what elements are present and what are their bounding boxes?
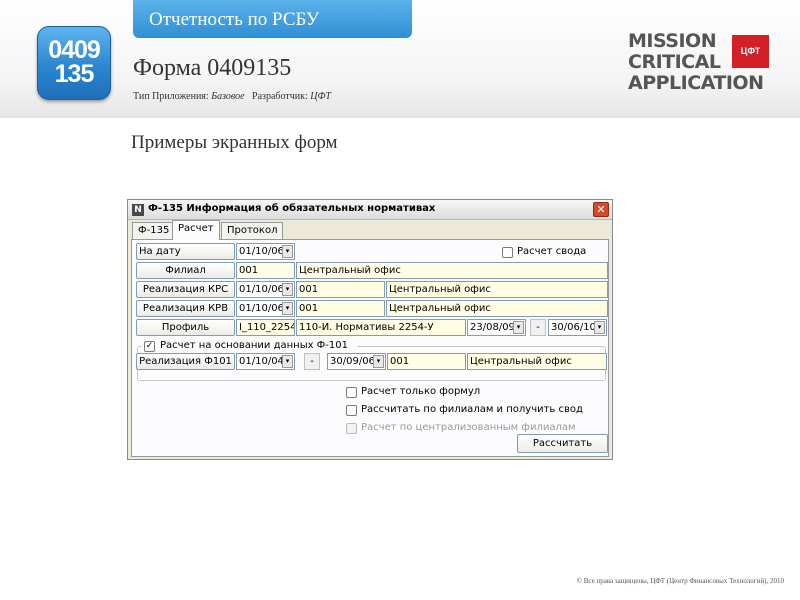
calculate-button[interactable]: Рассчитать [517,434,608,453]
option-formulas-label: Расчет только формул [361,386,481,397]
window-app-icon: N [132,204,144,216]
icon-code-line2: 135 [54,60,95,88]
krs-date[interactable]: 01/10/06 ▾ [236,281,295,298]
chevron-down-icon[interactable]: ▾ [282,302,293,315]
filial-name-field[interactable]: Центральный офис [296,262,608,279]
section-tab[interactable]: Отчетность по РСБУ [133,0,412,38]
calc-window: N Ф-135 Информация об обязательных норма… [127,199,613,460]
window-title: Ф-135 Информация об обязательных нормати… [148,203,436,214]
svod-label: Расчет свода [517,246,587,257]
svod-checkbox[interactable] [502,247,513,258]
tab-raschet[interactable]: Расчет [172,220,220,240]
f101-code-field[interactable]: 001 [387,353,466,370]
profil-date-from[interactable]: 23/08/09 ▾ [467,319,526,336]
page-title: Форма 0409135 [133,55,292,81]
f101-group-header: ✓ Расчет на основании данных Ф-101 [142,339,357,353]
krs-button[interactable]: Реализация КРС [136,281,235,298]
krv-name-field[interactable]: Центральный офис [386,300,608,317]
type-value: Базовое [211,91,245,102]
app-meta: Тип Приложения: Базовое Разработчик: ЦФТ [133,91,331,102]
profil-date-to-value: 30/06/10 [551,322,596,333]
developer-label: Разработчик: [252,91,308,102]
profil-date-to[interactable]: 30/06/10 ▾ [548,319,607,336]
chevron-down-icon[interactable]: ▾ [282,245,293,258]
option-branches-label: Рассчитать по филиалам и получить свод [361,404,583,415]
krv-code-field[interactable]: 001 [296,300,385,317]
chevron-down-icon[interactable]: ▾ [282,355,293,368]
option-centralized-checkbox [346,423,357,434]
f101-date-from[interactable]: 01/10/04 ▾ [236,353,295,370]
close-icon[interactable]: ✕ [593,202,609,217]
tab-panel-raschet: На дату 01/10/06 ▾ Расчет свода Филиал 0… [131,239,609,457]
tab-f135[interactable]: Ф-135 [132,222,176,239]
f101-range-dash: - [304,353,320,370]
f101-date-from-value: 01/10/04 [239,356,284,367]
f101-button[interactable]: Реализация Ф101 [136,353,235,370]
f101-group-label: Расчет на основании данных Ф-101 [160,340,348,351]
na-datu-date[interactable]: 01/10/06 ▾ [236,243,295,260]
profil-code-field[interactable]: I_110_2254 [236,319,295,336]
form-app-icon: 0409 135 [37,26,111,100]
chevron-down-icon[interactable]: ▾ [282,283,293,296]
na-datu-date-value: 01/10/06 [239,246,284,257]
developer-value: ЦФТ [310,91,331,102]
krs-date-value: 01/10/06 [239,284,284,295]
window-titlebar[interactable]: N Ф-135 Информация об обязательных норма… [128,200,612,220]
cft-logo: ЦФТ [732,35,769,68]
filial-button[interactable]: Филиал [136,262,235,279]
profil-date-from-value: 23/08/09 [470,322,515,333]
profil-name-field[interactable]: 110-И. Нормативы 2254-У [296,319,466,336]
f101-checkbox[interactable]: ✓ [144,341,155,352]
f101-name-field[interactable]: Центральный офис [467,353,607,370]
chevron-down-icon[interactable]: ▾ [513,321,524,334]
krv-date[interactable]: 01/10/06 ▾ [236,300,295,317]
krs-code-field[interactable]: 001 [296,281,385,298]
filial-code-field[interactable]: 001 [236,262,295,279]
option-formulas-checkbox[interactable] [346,387,357,398]
option-branches-checkbox[interactable] [346,405,357,416]
type-label: Тип Приложения: [133,91,209,102]
chevron-down-icon[interactable]: ▾ [373,355,384,368]
section-title: Примеры экранных форм [131,132,338,153]
krv-button[interactable]: Реализация КРВ [136,300,235,317]
krs-name-field[interactable]: Центральный офис [386,281,608,298]
icon-code-line1: 0409 [48,36,101,64]
krv-date-value: 01/10/06 [239,303,284,314]
mca-line-3: APPLICATION [628,72,764,94]
copyright: © Все права защищены, ЦФТ (Центр Финансо… [576,577,784,585]
profil-range-dash: - [530,319,546,336]
f101-date-to-value: 30/09/06 [330,356,375,367]
tab-protokol[interactable]: Протокол [221,222,284,239]
f101-date-to[interactable]: 30/09/06 ▾ [327,353,386,370]
mission-critical-logo: MISSION CRITICAL APPLICATION ЦФТ [628,31,773,94]
na-datu-button[interactable]: На дату [136,243,235,260]
chevron-down-icon[interactable]: ▾ [594,321,605,334]
profil-button[interactable]: Профиль [136,319,235,336]
